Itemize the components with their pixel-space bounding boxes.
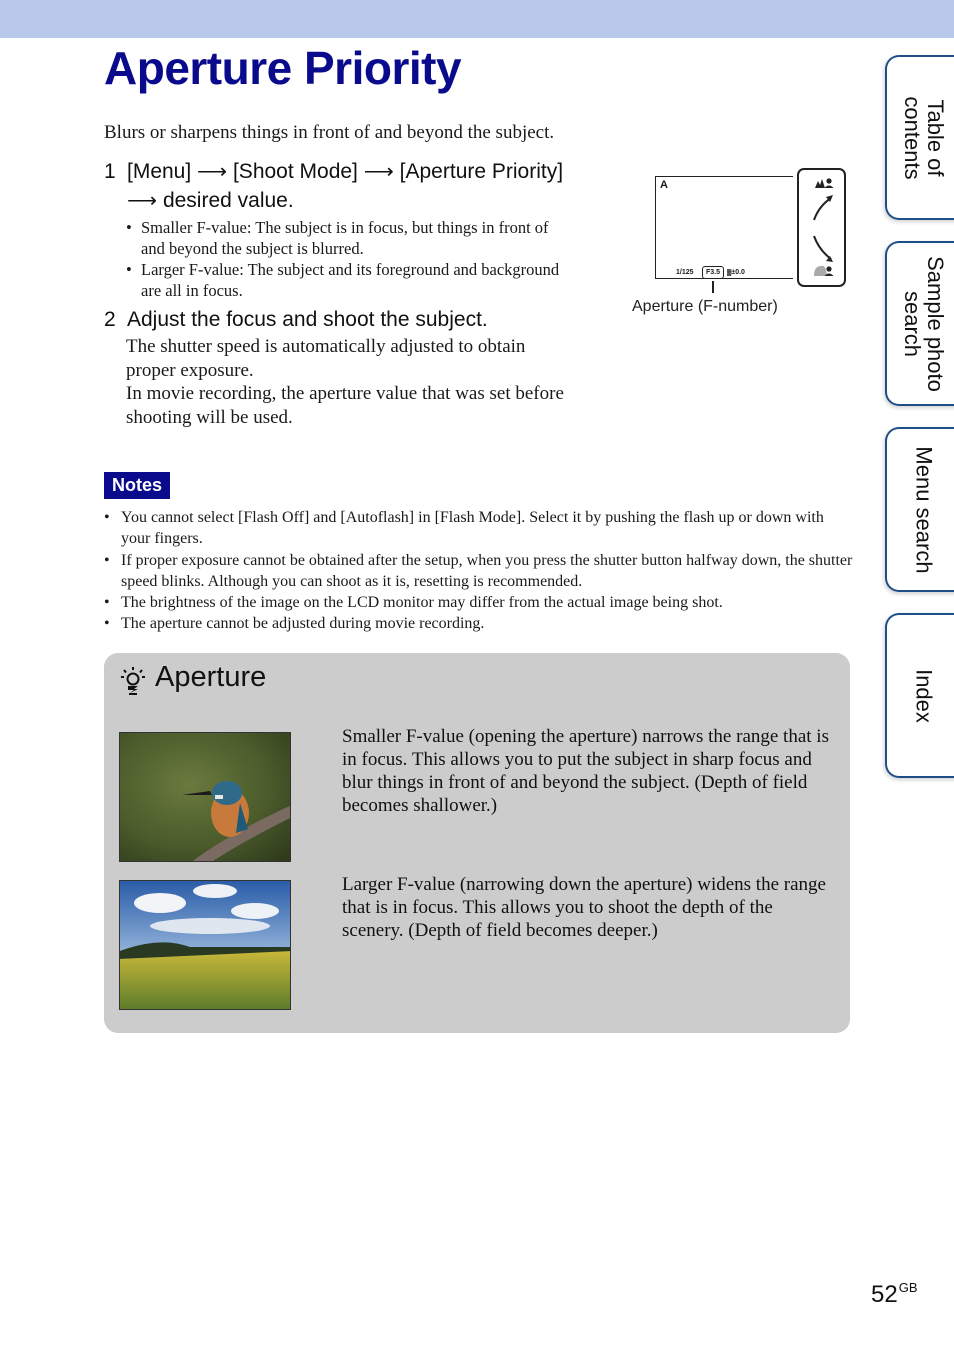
sunflower-field-photo	[119, 880, 291, 1010]
step-2-body: The shutter speed is automatically adjus…	[126, 335, 566, 429]
aperture-tip-box: Aperture Smaller F-value (opening the ap…	[104, 653, 850, 1033]
note-item: The aperture cannot be adjusted during m…	[104, 613, 854, 635]
lcd-screen-diagram: A 1/125 F3.5 ▓±0.0	[655, 176, 793, 279]
shutter-speed-readout: 1/125	[676, 269, 694, 276]
bullet-item: Smaller F-value: The subject is in focus…	[126, 217, 576, 259]
mode-indicator: A	[660, 179, 668, 191]
exposure-readout: ▓±0.0	[727, 269, 745, 276]
tab-sample-photo-search[interactable]: Sample photo search	[885, 241, 954, 406]
notes-badge: Notes	[104, 472, 170, 499]
tab-label: Sample photo search	[899, 255, 948, 392]
page-number-value: 52	[871, 1281, 898, 1308]
shallow-focus-icon	[814, 265, 834, 276]
page-number: 52GB	[871, 1280, 918, 1309]
step-number: 2	[104, 308, 116, 331]
header-band	[0, 0, 954, 38]
tip-text-shallow: Smaller F-value (opening the aperture) n…	[342, 726, 829, 816]
note-item: The brightness of the image on the LCD m…	[104, 592, 854, 614]
deep-focus-icon	[815, 178, 834, 188]
kingfisher-photo	[119, 732, 291, 862]
tab-menu-search[interactable]: Menu search	[885, 427, 954, 592]
tab-label: Index	[911, 668, 936, 723]
exposure-value: ±0.0	[731, 269, 745, 276]
note-item: If proper exposure cannot be obtained af…	[104, 550, 854, 593]
page-number-suffix: GB	[898, 1280, 918, 1295]
step-1: 1 [Menu] ⟶ [Shoot Mode] ⟶ [Aperture Prio…	[104, 157, 574, 215]
page-title: Aperture Priority	[104, 42, 462, 94]
arrow-up-icon	[813, 195, 833, 221]
lcd-caption: Aperture (F-number)	[632, 298, 778, 315]
aperture-dial-diagram	[797, 168, 846, 287]
step-instruction: Adjust the focus and shoot the subject.	[127, 308, 488, 331]
notes-list: You cannot select [Flash Off] and [Autof…	[104, 507, 854, 635]
tab-index[interactable]: Index	[885, 613, 954, 778]
tip-title: Aperture	[155, 661, 267, 693]
step-number: 1	[104, 160, 116, 183]
intro-text: Blurs or sharpens things in front of and…	[104, 122, 555, 143]
bullet-item: Larger F-value: The subject and its fore…	[126, 259, 576, 301]
caption-leader-line	[712, 281, 714, 293]
note-item: You cannot select [Flash Off] and [Autof…	[104, 507, 854, 550]
tab-table-of-contents[interactable]: Table of contents	[885, 55, 954, 220]
lightbulb-hint-icon	[121, 667, 145, 695]
step-2: 2 Adjust the focus and shoot the subject…	[104, 305, 574, 334]
tip-text-deep: Larger F-value (narrowing down the apert…	[342, 874, 826, 941]
step-body-paragraph: In movie recording, the aperture value t…	[126, 383, 564, 428]
f-number-readout: F3.5	[702, 266, 725, 279]
arrow-down-icon	[813, 235, 833, 262]
step-body-paragraph: The shutter speed is automatically adjus…	[126, 336, 526, 381]
tab-label: Menu search	[911, 445, 936, 574]
step-instruction: [Menu] ⟶ [Shoot Mode] ⟶ [Aperture Priori…	[127, 160, 564, 212]
step-1-bullets: Smaller F-value: The subject is in focus…	[126, 217, 576, 301]
tab-label: Table of contents	[899, 95, 948, 180]
